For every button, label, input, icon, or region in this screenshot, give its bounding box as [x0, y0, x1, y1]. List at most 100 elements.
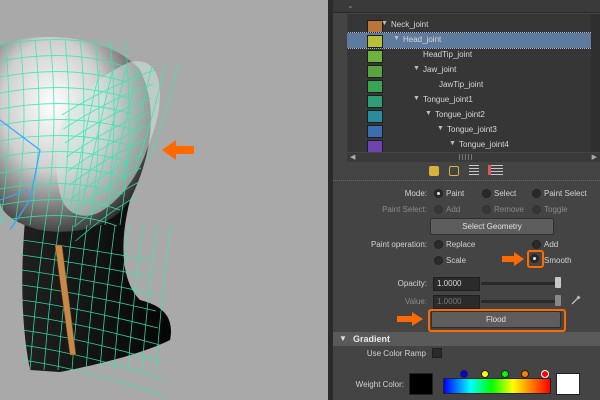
- list-icon[interactable]: [488, 165, 503, 175]
- influence-row[interactable]: JawTip_joint: [347, 78, 600, 93]
- weight-color-ramp[interactable]: [443, 378, 551, 394]
- arrow-icon: [502, 252, 524, 266]
- joint-label: Tongue_joint3: [447, 125, 497, 134]
- use-color-ramp-label: Use Color Ramp: [366, 349, 426, 358]
- op-smooth-radio[interactable]: [530, 254, 539, 263]
- opacity-field[interactable]: 1.0000: [433, 277, 480, 291]
- ps-remove-label[interactable]: Remove: [494, 205, 524, 214]
- influence-row[interactable]: ▼ Tongue_joint2: [347, 108, 600, 123]
- paint-weights-panel: ⌄ ▼ Neck_joint ▼ Head_joint HeadTip_joint ▼ Ja…: [333, 0, 600, 400]
- op-replace-label[interactable]: Replace: [446, 240, 475, 249]
- expand-arrow-icon[interactable]: ▼: [413, 95, 420, 102]
- influence-row[interactable]: ▼ Tongue_joint3: [347, 123, 600, 138]
- op-add-label[interactable]: Add: [544, 240, 558, 249]
- ramp-marker-green[interactable]: [501, 370, 509, 378]
- weight-color-black-swatch[interactable]: [409, 373, 433, 395]
- unlock-icon[interactable]: [449, 166, 459, 176]
- joint-label: Head_joint: [403, 35, 442, 44]
- op-scale-label[interactable]: Scale: [446, 256, 466, 265]
- joint-label: Jaw_joint: [423, 65, 457, 74]
- ps-remove-radio[interactable]: [482, 205, 491, 214]
- expand-arrow-icon[interactable]: ▼: [381, 20, 388, 27]
- ramp-marker-orange[interactable]: [521, 370, 529, 378]
- op-add-radio[interactable]: [532, 240, 541, 249]
- expand-arrow-icon[interactable]: ▼: [425, 110, 432, 117]
- joint-label: HeadTip_joint: [423, 50, 473, 59]
- influence-list-scrollbar[interactable]: [591, 14, 600, 152]
- arrow-icon: [162, 140, 194, 160]
- influence-list-hscrollbar[interactable]: ◀ ▶: [347, 153, 600, 162]
- collapse-arrow-icon[interactable]: ⌄: [347, 1, 357, 10]
- gradient-header-label: Gradient: [353, 334, 391, 344]
- opacity-slider-handle[interactable]: [555, 277, 561, 288]
- ramp-marker-red[interactable]: [541, 370, 549, 378]
- ramp-marker-blue[interactable]: [460, 370, 468, 378]
- eyedropper-icon[interactable]: [570, 294, 582, 306]
- weight-color-white-swatch[interactable]: [556, 373, 580, 395]
- joint-color-swatch[interactable]: [367, 50, 383, 63]
- op-smooth-label[interactable]: Smooth: [544, 256, 572, 265]
- flood-button[interactable]: Flood: [431, 311, 561, 328]
- ps-add-label[interactable]: Add: [446, 205, 460, 214]
- influence-row[interactable]: ▼ Tongue_joint4: [347, 138, 600, 152]
- use-color-ramp-checkbox[interactable]: [432, 348, 442, 358]
- joint-color-swatch[interactable]: [367, 80, 383, 93]
- mode-select-radio[interactable]: [482, 189, 491, 198]
- influence-row[interactable]: HeadTip_joint: [347, 48, 600, 63]
- lock-icon[interactable]: [429, 166, 439, 176]
- joint-color-swatch[interactable]: [367, 35, 383, 48]
- joint-color-swatch[interactable]: [367, 65, 383, 78]
- dots-divider: [333, 180, 600, 182]
- value-field[interactable]: 1.0000: [433, 295, 480, 309]
- mode-paint-select-label[interactable]: Paint Select: [544, 189, 587, 198]
- influence-list[interactable]: ▼ Neck_joint ▼ Head_joint HeadTip_joint ▼ Jaw_…: [347, 14, 600, 152]
- value-label: Value:: [404, 297, 427, 306]
- gradient-section-header[interactable]: ▼ Gradient: [333, 332, 600, 346]
- value-slider-handle[interactable]: [555, 295, 561, 306]
- joint-color-swatch[interactable]: [367, 125, 383, 138]
- joint-color-swatch[interactable]: [367, 95, 383, 108]
- influence-row[interactable]: ▼ Tongue_joint1: [347, 93, 600, 108]
- ps-add-radio[interactable]: [434, 205, 443, 214]
- value-slider-track[interactable]: [481, 300, 557, 303]
- mode-paint-select-radio[interactable]: [532, 189, 541, 198]
- opacity-label: Opacity:: [397, 279, 427, 288]
- ps-toggle-label[interactable]: Toggle: [544, 205, 568, 214]
- op-replace-radio[interactable]: [434, 240, 443, 249]
- op-scale-radio[interactable]: [434, 256, 443, 265]
- expand-arrow-icon[interactable]: ▼: [449, 140, 456, 147]
- panel-header-strip: [333, 0, 600, 13]
- expand-arrow-icon[interactable]: ▼: [339, 334, 347, 343]
- select-geometry-button[interactable]: Select Geometry: [430, 218, 554, 235]
- joint-label: Tongue_joint4: [459, 140, 509, 149]
- expand-arrow-icon[interactable]: ▼: [393, 35, 400, 42]
- joint-label: JawTip_joint: [439, 80, 484, 89]
- mode-paint-label[interactable]: Paint: [446, 189, 464, 198]
- mode-label: Mode:: [404, 189, 427, 198]
- influence-row[interactable]: ▼ Jaw_joint: [347, 63, 600, 78]
- joint-color-swatch[interactable]: [367, 140, 383, 152]
- joint-label: Neck_joint: [391, 20, 429, 29]
- joint-label: Tongue_joint1: [423, 95, 473, 104]
- joint-label: Tongue_joint2: [435, 110, 485, 119]
- joint-color-swatch[interactable]: [367, 110, 383, 123]
- mode-paint-radio[interactable]: [434, 189, 443, 198]
- paint-operation-label: Paint operation:: [370, 240, 427, 249]
- ps-toggle-radio[interactable]: [532, 205, 541, 214]
- expand-arrow-icon[interactable]: ▼: [413, 65, 420, 72]
- expand-arrow-icon[interactable]: ▼: [437, 125, 444, 132]
- sort-icon[interactable]: [469, 165, 479, 175]
- ramp-marker-yellow[interactable]: [481, 370, 489, 378]
- influence-row[interactable]: ▼ Head_joint: [347, 32, 600, 49]
- weight-color-label: Weight Color:: [355, 380, 404, 389]
- opacity-slider-track[interactable]: [481, 282, 557, 285]
- arrow-icon: [397, 312, 423, 326]
- scroll-grip-icon[interactable]: [459, 154, 473, 160]
- scroll-left-icon[interactable]: ◀: [350, 153, 355, 161]
- paint-select-label: Paint Select:: [382, 205, 427, 214]
- mode-select-label[interactable]: Select: [494, 189, 516, 198]
- influence-row[interactable]: ▼ Neck_joint: [347, 18, 600, 33]
- viewport-3d[interactable]: [0, 0, 328, 400]
- scroll-right-icon[interactable]: ▶: [592, 153, 597, 161]
- head-mesh[interactable]: [0, 0, 328, 400]
